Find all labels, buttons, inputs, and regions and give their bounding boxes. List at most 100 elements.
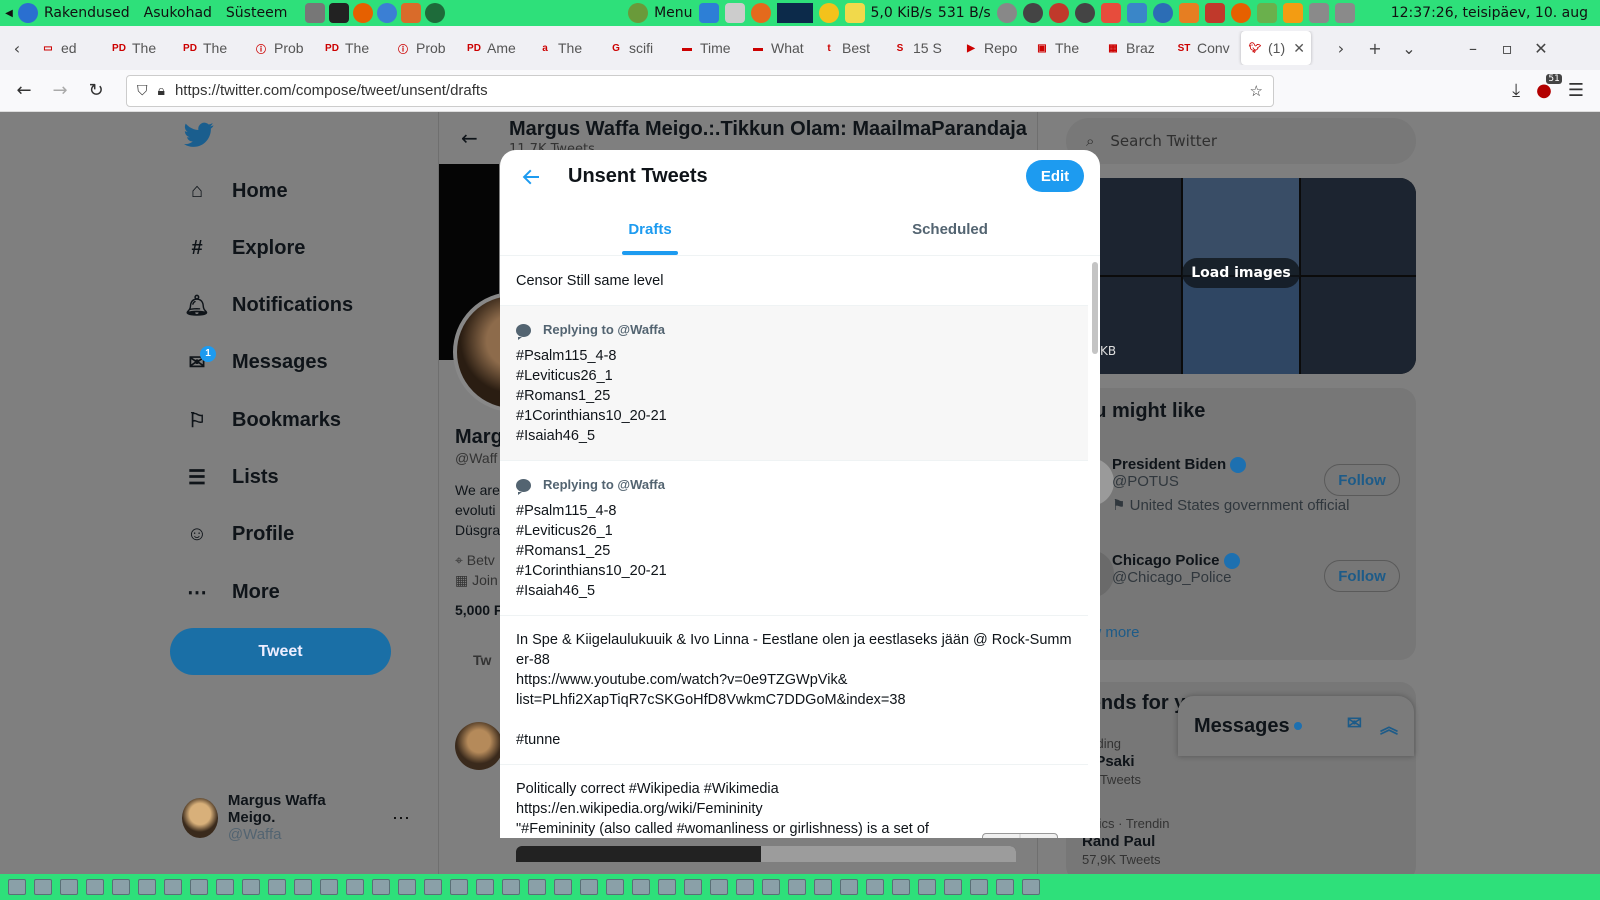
profile-following-count[interactable]: 5,000 F: [455, 602, 502, 618]
media-tile[interactable]: [1183, 277, 1299, 374]
taskbar-window-icon[interactable]: [1022, 879, 1040, 895]
browser-tab[interactable]: ▭ ed: [34, 31, 105, 65]
sidebar-item-explore[interactable]: # Explore: [184, 235, 305, 261]
sidebar-item-profile[interactable]: ☺ Profile: [184, 522, 294, 548]
messages-drawer[interactable]: Messages ✉ ︽: [1178, 696, 1414, 756]
taskbar-window-icon[interactable]: [242, 879, 260, 895]
browser-tab[interactable]: ▬ What: [744, 31, 815, 65]
stats-icon[interactable]: [750, 3, 771, 23]
browser-tab[interactable]: 🐦︎ (1) ✕: [1241, 31, 1311, 65]
draft-item[interactable]: Replying to @Waffa #Psalm115_4-8 #Leviticu…: [500, 461, 1088, 616]
back-arrow-icon[interactable]: ←: [6, 80, 42, 101]
expand-chevron-up-icon[interactable]: ︽: [1380, 713, 1398, 739]
taskbar-window-icon[interactable]: [190, 879, 208, 895]
browser-tab[interactable]: ⓘ Prob: [247, 31, 318, 65]
browser-tab[interactable]: S 15 S: [886, 31, 957, 65]
clipboard-icon[interactable]: [724, 3, 745, 23]
window-minimize-icon[interactable]: –: [1456, 39, 1490, 58]
taskbar-window-icon[interactable]: [554, 879, 572, 895]
suggested-person-biden[interactable]: President Biden @POTUS ⚑ United States g…: [1112, 456, 1349, 514]
taskbar-window-icon[interactable]: [424, 879, 442, 895]
taskbar-window-icon[interactable]: [294, 879, 312, 895]
taskbar-window-icon[interactable]: [762, 879, 780, 895]
dialog-back-arrow-icon[interactable]: [518, 164, 544, 190]
battery-icon[interactable]: [1334, 3, 1355, 23]
blocked-icon[interactable]: [1048, 3, 1069, 23]
bookmark-star-icon[interactable]: ☆: [1250, 82, 1263, 100]
new-message-icon[interactable]: ✉: [1347, 713, 1362, 739]
firefox-launcher-icon[interactable]: [353, 3, 374, 23]
shield-icon[interactable]: [1178, 3, 1199, 23]
taskbar-window-icon[interactable]: [34, 879, 52, 895]
browser-tab[interactable]: PD The: [105, 31, 176, 65]
app-menu-icon[interactable]: [628, 3, 649, 23]
distro-logo-icon[interactable]: [18, 3, 38, 23]
tweet-button[interactable]: Tweet: [170, 628, 391, 675]
editor-launcher-icon[interactable]: [401, 3, 422, 23]
updates-icon[interactable]: [1256, 3, 1277, 23]
downloads-icon[interactable]: ⤓: [1512, 80, 1520, 101]
panel-left-arrow-icon[interactable]: ◀: [0, 8, 18, 19]
terminal-launcher-icon[interactable]: [329, 3, 350, 23]
draft-item[interactable]: In Spe & Kiigelaulukuuik & Ivo Linna - E…: [500, 616, 1088, 765]
taskbar-window-icon[interactable]: [476, 879, 494, 895]
taskbar-window-icon[interactable]: [8, 879, 26, 895]
sidebar-item-more[interactable]: ⋯ More: [184, 579, 280, 605]
menu-places[interactable]: Asukohad: [144, 5, 212, 21]
taskbar-window-icon[interactable]: [840, 879, 858, 895]
taskbar-window-icon[interactable]: [996, 879, 1014, 895]
browser-tab[interactable]: ▣ The: [1028, 31, 1099, 65]
taskbar-window-icon[interactable]: [866, 879, 884, 895]
clock[interactable]: 12:37:26, teisipäev, 10. aug: [1391, 5, 1588, 21]
url-text[interactable]: https://twitter.com/compose/tweet/unsent…: [175, 82, 1240, 99]
search-tray-icon[interactable]: [818, 3, 839, 23]
sidebar-item-bookmarks[interactable]: ⚐ Bookmarks: [184, 407, 341, 433]
taskbar-window-icon[interactable]: [372, 879, 390, 895]
draft-item[interactable]: Politically correct #Wikipedia #Wikimedi…: [500, 765, 1088, 838]
taskbar-window-icon[interactable]: [684, 879, 702, 895]
taskbar-window-icon[interactable]: [606, 879, 624, 895]
browser-tab[interactable]: PD The: [176, 31, 247, 65]
browser-tab[interactable]: ST Conv: [1170, 31, 1241, 65]
browser-tab[interactable]: ▬ Time: [673, 31, 744, 65]
tab-list-chevron-down-icon[interactable]: ⌄: [1392, 39, 1426, 58]
search-input[interactable]: ⌕ Search Twitter: [1066, 118, 1416, 164]
menu-applications[interactable]: Rakendused: [44, 5, 130, 21]
tab-close-icon[interactable]: ✕: [1293, 40, 1305, 57]
taskbar-window-icon[interactable]: [528, 879, 546, 895]
indicator-icon[interactable]: [1022, 3, 1043, 23]
indicator2-icon[interactable]: [1074, 3, 1095, 23]
drafts-scrollbar[interactable]: [1092, 262, 1098, 354]
forward-arrow-icon[interactable]: →: [42, 80, 78, 101]
browser-tab[interactable]: PD Ame: [460, 31, 531, 65]
bluetooth-icon[interactable]: [1152, 3, 1173, 23]
taskbar-window-icon[interactable]: [112, 879, 130, 895]
taskbar-window-icon[interactable]: [918, 879, 936, 895]
taskbar-window-icon[interactable]: [814, 879, 832, 895]
taskbar-window-icon[interactable]: [346, 879, 364, 895]
browser-tab[interactable]: PD The: [318, 31, 389, 65]
taskbar-window-icon[interactable]: [450, 879, 468, 895]
tab-scroll-right-icon[interactable]: ›: [1324, 39, 1358, 58]
sidebar-item-messages[interactable]: ✉ 1 Messages: [184, 345, 328, 376]
reload-icon[interactable]: ↻: [78, 80, 114, 101]
draft-item[interactable]: Censor Still same level: [500, 257, 1088, 306]
extension-icon[interactable]: ● 51: [1536, 74, 1562, 101]
taskbar-window-icon[interactable]: [502, 879, 520, 895]
menu-system[interactable]: Süsteem: [226, 5, 287, 21]
sidebar-item-lists[interactable]: ☰ Lists: [184, 465, 279, 491]
taskbar-window-icon[interactable]: [632, 879, 650, 895]
new-tab-plus-icon[interactable]: +: [1358, 39, 1392, 58]
notes-tray-icon[interactable]: [844, 3, 865, 23]
follow-button[interactable]: Follow: [1324, 464, 1400, 496]
window-maximize-icon[interactable]: ▫: [1490, 39, 1524, 58]
taskbar-window-icon[interactable]: [736, 879, 754, 895]
display-icon[interactable]: [1308, 3, 1329, 23]
browser-tab[interactable]: t Best: [815, 31, 886, 65]
tab-scheduled[interactable]: Scheduled: [800, 203, 1100, 255]
window-close-icon[interactable]: ✕: [1524, 39, 1558, 58]
taskbar-window-icon[interactable]: [268, 879, 286, 895]
twitter-bird-logo-icon[interactable]: [184, 122, 214, 148]
taskbar-window-icon[interactable]: [398, 879, 416, 895]
taskbar-window-icon[interactable]: [216, 879, 234, 895]
